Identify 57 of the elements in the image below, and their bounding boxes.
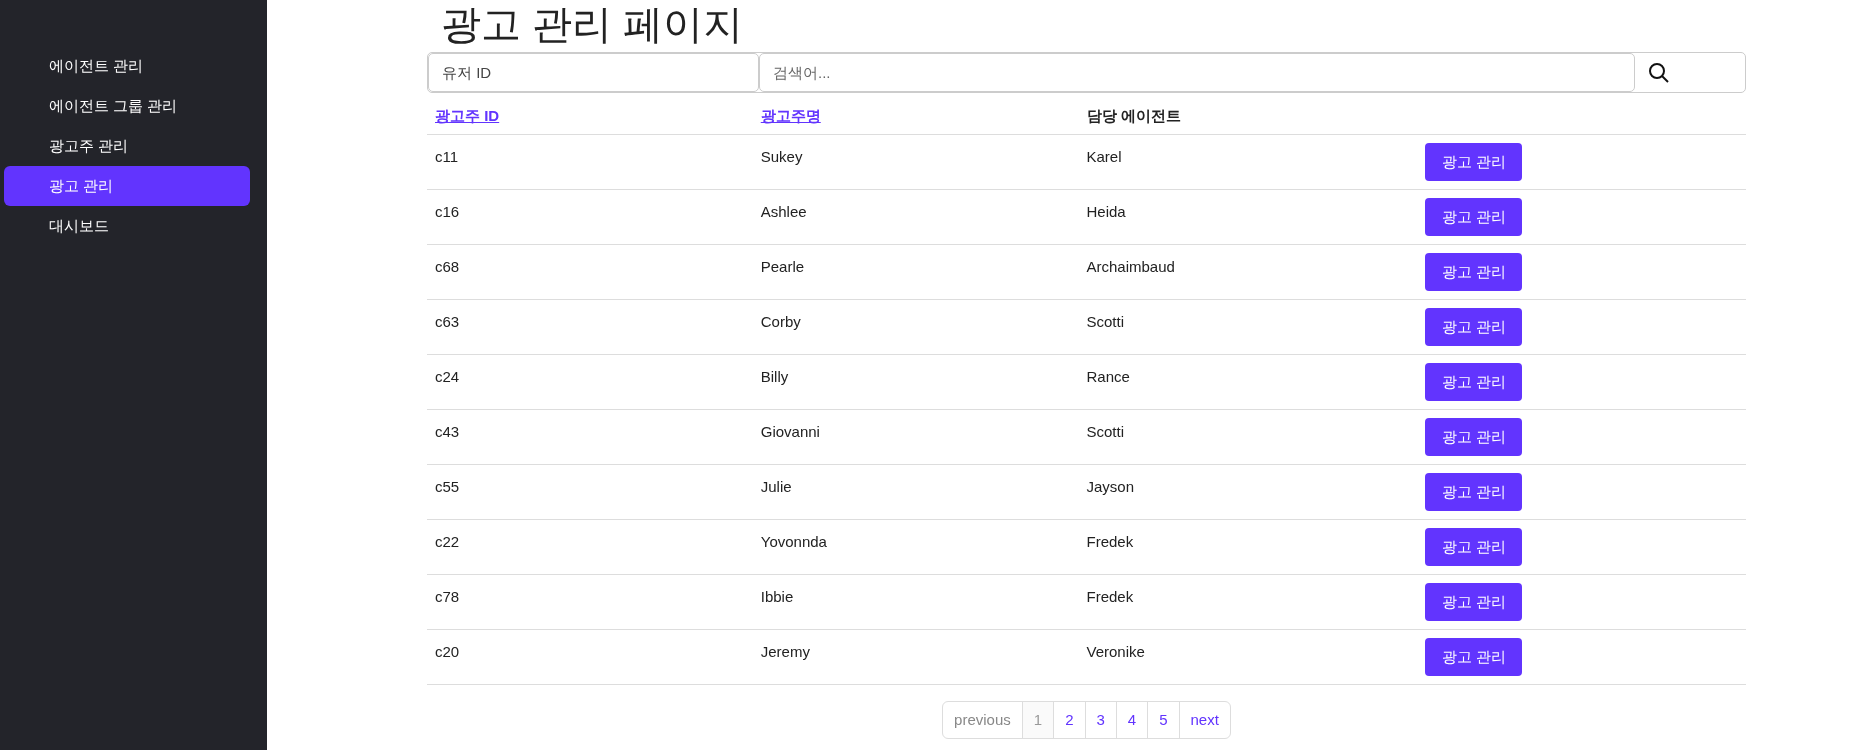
ad-manage-button[interactable]: 광고 관리 xyxy=(1425,143,1523,181)
table-cell: c16 xyxy=(435,203,460,220)
table-cell: c24 xyxy=(435,368,460,385)
table-cell: Fredek xyxy=(1086,588,1134,605)
table-cell: Scotti xyxy=(1086,313,1124,330)
table-cell: Archaimbaud xyxy=(1086,258,1175,275)
table-cell: Ashlee xyxy=(760,203,807,220)
sidebar-item[interactable]: 에이전트 관리 xyxy=(4,46,250,86)
table-cell: c20 xyxy=(435,643,460,660)
search-field[interactable]: 검색어... xyxy=(759,53,1635,92)
page-link[interactable]: 5 xyxy=(1147,702,1179,738)
table-cell: Jeremy xyxy=(760,643,810,660)
table-cell: Yovonnda xyxy=(760,533,827,550)
page-title: 광고 관리 페이지 xyxy=(440,1,745,48)
table-cell: Ibbie xyxy=(760,588,794,605)
table-cell: c63 xyxy=(435,313,460,330)
ad-manage-button[interactable]: 광고 관리 xyxy=(1425,253,1523,291)
table-cell: c55 xyxy=(435,478,460,495)
column-header: 담당 에이전트 xyxy=(1086,106,1181,124)
sidebar-item[interactable]: 광고 관리 xyxy=(4,166,250,206)
table-cell: c11 xyxy=(435,148,459,165)
table-cell: Sukey xyxy=(760,148,803,165)
page-link[interactable]: 4 xyxy=(1115,702,1148,738)
ad-manage-button[interactable]: 광고 관리 xyxy=(1425,363,1523,401)
sidebar-item[interactable]: 대시보드 xyxy=(4,206,250,246)
ad-manage-button[interactable]: 광고 관리 xyxy=(1425,638,1523,676)
table-cell: Pearle xyxy=(760,258,805,275)
table-cell: Corby xyxy=(760,313,801,330)
sidebar-item[interactable]: 에이전트 그룹 관리 xyxy=(4,86,250,126)
table-cell: Heida xyxy=(1086,203,1126,220)
table-cell: Giovanni xyxy=(760,423,820,440)
table-cell: Karel xyxy=(1086,148,1122,165)
table-cell: Scotti xyxy=(1086,423,1124,440)
page-link[interactable]: 3 xyxy=(1084,702,1116,738)
table-cell: Veronike xyxy=(1086,643,1145,660)
ad-manage-button[interactable]: 광고 관리 xyxy=(1425,198,1523,236)
ad-manage-button[interactable]: 광고 관리 xyxy=(1425,418,1523,456)
table-cell: Billy xyxy=(760,368,789,385)
column-header[interactable]: 광고주명 xyxy=(760,106,821,124)
column-header[interactable]: 광고주 ID xyxy=(435,106,500,124)
table-cell: c68 xyxy=(435,258,460,275)
table-cell: c22 xyxy=(435,533,460,550)
table-cell: c78 xyxy=(435,588,460,605)
table-cell: Rance xyxy=(1086,368,1130,385)
ad-manage-button[interactable]: 광고 관리 xyxy=(1425,473,1523,511)
user-id-field[interactable]: 유저 ID xyxy=(428,53,759,92)
table-cell: c43 xyxy=(435,423,460,440)
search-icon[interactable] xyxy=(1647,60,1671,85)
page-link[interactable]: next xyxy=(1178,702,1230,738)
table-cell: Jayson xyxy=(1086,478,1135,495)
table-cell: Fredek xyxy=(1086,533,1134,550)
ad-manage-button[interactable]: 광고 관리 xyxy=(1425,528,1523,566)
table-cell: Julie xyxy=(760,478,792,495)
sidebar-item[interactable]: 광고주 관리 xyxy=(4,126,250,166)
ad-manage-button[interactable]: 광고 관리 xyxy=(1425,583,1523,621)
ad-manage-button[interactable]: 광고 관리 xyxy=(1425,308,1523,346)
page-link[interactable]: 2 xyxy=(1053,702,1085,738)
